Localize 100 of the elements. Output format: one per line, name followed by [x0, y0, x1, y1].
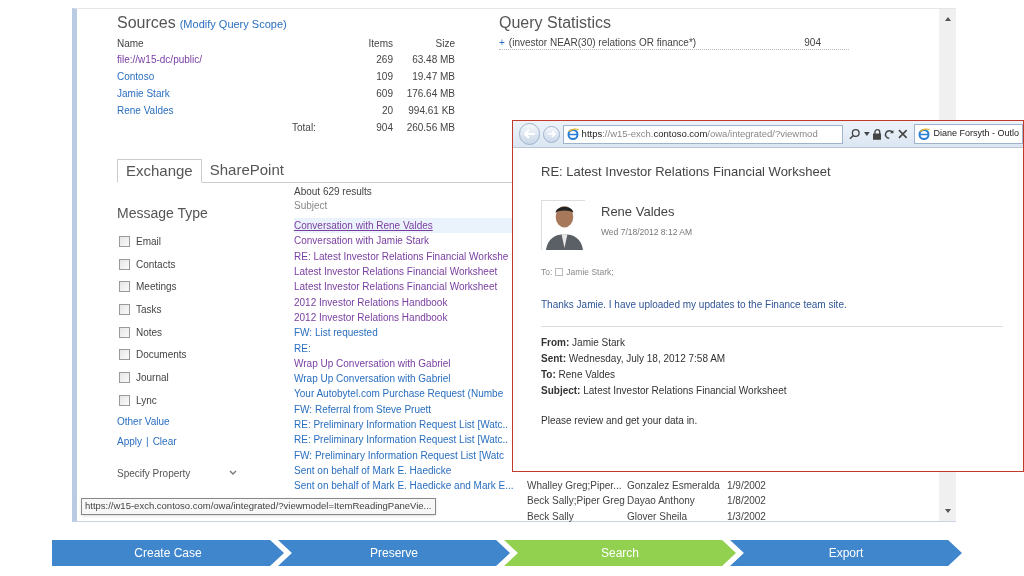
column-header: Items: [367, 37, 393, 51]
message-body: Thanks Jamie. I have uploaded my updates to the Finance team site.: [541, 297, 848, 312]
tab-title: Diane Forsyth - Outlo: [933, 127, 1019, 141]
refresh-icon[interactable]: [884, 128, 895, 140]
address-text: https://w15-exch.contoso.com/owa/integrated/?viewmod: [581, 126, 818, 141]
table-cell-text: 269: [375, 53, 393, 67]
result-link[interactable]: Your Autobytel.com Purchase Request (Numbe: [294, 386, 504, 402]
column-header: Size: [434, 37, 455, 51]
table-cell-text: Glover Sheila: [627, 509, 689, 524]
expand-toggle[interactable]: +: [499, 34, 505, 50]
tab[interactable]: SharePoint: [201, 159, 292, 183]
lock-icon: [872, 128, 882, 140]
column-header: Subject: [294, 199, 328, 213]
checkbox[interactable]: [119, 326, 130, 338]
table-cell-text: 1/9/2002: [727, 479, 767, 494]
checkbox-label: Documents: [136, 348, 187, 363]
chevron-down-icon: [229, 470, 237, 476]
table-cell-text: 176.64 MB: [405, 87, 455, 101]
address-bar[interactable]: https://w15-exch.contoso.com/owa/integrated/?viewmod: [562, 124, 844, 144]
checkbox[interactable]: [119, 281, 130, 293]
result-link[interactable]: Sent on behalf of Mark E. Haedicke and Mark E...: [294, 478, 514, 494]
back-button[interactable]: [519, 123, 541, 145]
quoted-header-line: Sent: Wednesday, July 18, 2012 7:58 AM: [541, 351, 727, 366]
property-dropdown[interactable]: Specify Property: [117, 465, 237, 481]
result-link[interactable]: FW: Preliminary Information Request List [Watc: [294, 447, 505, 463]
checkbox-label: Journal: [136, 370, 169, 385]
checkbox-label: Contacts: [136, 257, 176, 272]
result-link[interactable]: Latest Investor Relations Financial Worksheet: [294, 279, 498, 295]
quoted-header-line: To: Rene Valdes: [541, 367, 617, 382]
to-label: To:: [541, 266, 553, 279]
result-link[interactable]: FW: Referral from Steve Pruett: [294, 401, 432, 417]
link-separator: |: [146, 435, 149, 449]
forward-button[interactable]: [543, 125, 560, 143]
total-label: Total:: [292, 121, 317, 135]
table-cell-text: 1/8/2002: [727, 494, 767, 509]
dropdown-icon[interactable]: [863, 132, 870, 136]
close-icon[interactable]: [897, 129, 908, 139]
result-link[interactable]: 2012 Investor Relations Handbook: [294, 294, 448, 310]
table-cell-text: 63.48 MB: [411, 53, 455, 67]
quoted-header-line: From: Jamie Stark: [541, 335, 626, 350]
checkbox[interactable]: [119, 258, 130, 270]
table-cell-text: Gonzalez Esmeralda: [627, 479, 721, 494]
presence-icon: [555, 268, 564, 277]
result-link[interactable]: Conversation with Jamie Stark: [294, 233, 430, 249]
clear-link[interactable]: Clear: [152, 434, 177, 449]
checkbox[interactable]: [119, 394, 130, 406]
process-step: Export: [730, 540, 962, 566]
browser-tab[interactable]: Diane Forsyth - Outlo: [914, 124, 1023, 144]
result-link[interactable]: RE: Preliminary Information Request List [Watc..: [294, 417, 509, 432]
apply-link[interactable]: Apply: [117, 434, 142, 449]
other-value-link[interactable]: Other Value: [117, 414, 170, 429]
quoted-body: Please review and get your data in.: [541, 413, 699, 428]
result-link[interactable]: Sent on behalf of Mark E. Haedicke: [294, 462, 452, 478]
table-cell-text: 994.61 KB: [407, 104, 455, 118]
process-step: Search: [504, 540, 736, 566]
table-cell-text: Beck Sally;Piper Greg: [527, 494, 626, 509]
result-link[interactable]: Wrap Up Conversation with Gabriel: [294, 355, 451, 371]
source-link[interactable]: Jamie Stark: [117, 86, 170, 101]
table-cell-text: Whalley Greg;Piper...: [527, 479, 623, 494]
table-cell-text: Beck Sally: [527, 509, 575, 524]
checkbox[interactable]: [119, 371, 130, 383]
table-cell-text: 1/3/2002: [727, 509, 767, 524]
modify-scope-link[interactable]: (Modify Query Scope): [179, 16, 287, 33]
avatar: [541, 200, 585, 250]
checkbox-label: Notes: [136, 325, 163, 340]
browser-icon: [918, 128, 931, 140]
browser-icon: [566, 128, 579, 140]
table-cell-text: 109: [375, 70, 393, 84]
refiner-title: Message Type: [117, 204, 209, 223]
result-link[interactable]: RE:: [294, 340, 311, 356]
result-link[interactable]: RE: Latest Investor Relations Financial Workshe: [294, 248, 509, 264]
result-link[interactable]: Latest Investor Relations Financial Worksheet: [294, 264, 498, 280]
source-link[interactable]: Rene Valdes: [117, 103, 174, 118]
tab[interactable]: Exchange: [117, 159, 202, 183]
query-text: (investor NEAR(30) relations OR finance*): [508, 35, 698, 50]
checkbox-label: Email: [136, 234, 161, 249]
quoted-header-line: Subject: Latest Investor Relations Financial Worksheet: [541, 383, 788, 398]
scroll-down-icon[interactable]: [944, 509, 951, 513]
table-cell-text: 20: [380, 104, 393, 118]
checkbox[interactable]: [119, 303, 130, 315]
result-link[interactable]: FW: List requested: [294, 325, 378, 341]
scroll-up-icon[interactable]: [944, 17, 951, 21]
recipient-name: Jamie Stark;: [566, 266, 614, 279]
source-link[interactable]: file://w15-dc/public/: [117, 52, 203, 67]
result-link[interactable]: Wrap Up Conversation with Gabriel: [294, 371, 451, 387]
result-link[interactable]: RE: Preliminary Information Request List [Watc..: [294, 432, 509, 448]
checkbox-label: Meetings: [136, 280, 177, 295]
search-icon[interactable]: [849, 128, 861, 140]
table-cell-text: Dayao Anthony: [627, 494, 696, 509]
result-link[interactable]: 2012 Investor Relations Handbook: [294, 309, 448, 325]
checkbox[interactable]: [119, 235, 130, 247]
checkbox[interactable]: [119, 349, 130, 361]
table-cell-text: 19.47 MB: [411, 70, 455, 84]
section-title: Query Statistics: [499, 14, 612, 31]
source-link[interactable]: Contoso: [117, 69, 155, 84]
table-cell-text: 609: [375, 87, 393, 101]
message-subject: RE: Latest Investor Relations Financial Worksheet: [541, 163, 832, 181]
checkbox-label: Tasks: [136, 302, 162, 317]
arrow-right-icon: [546, 130, 556, 138]
table-cell-text: 904: [375, 121, 393, 135]
